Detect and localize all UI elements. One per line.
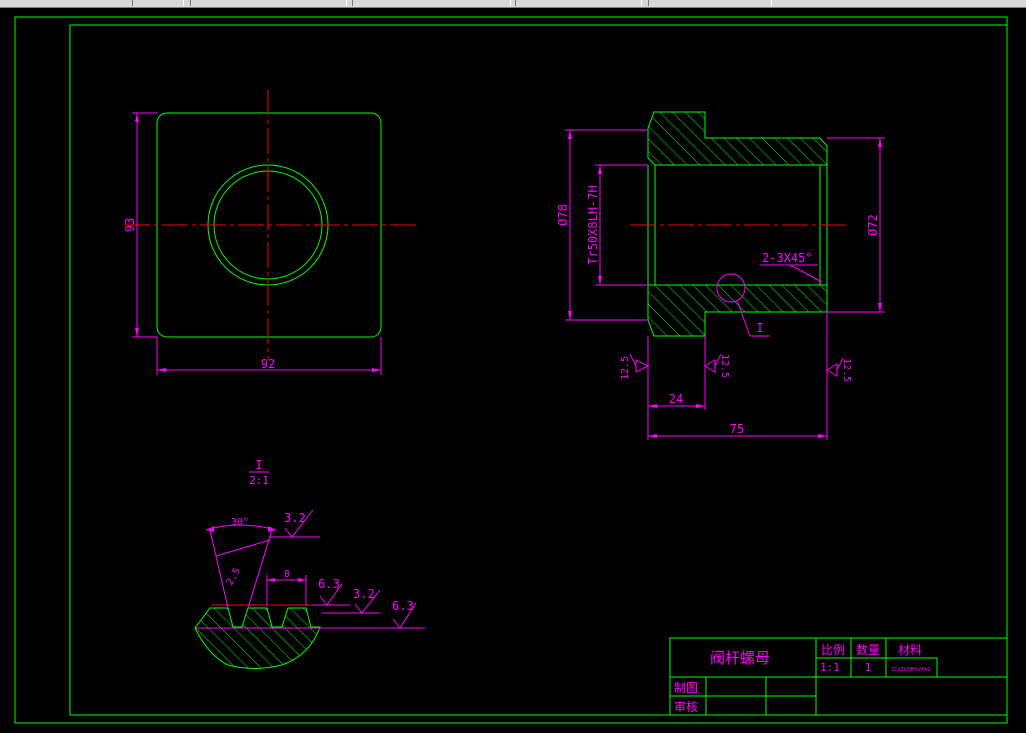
dim-length-total-label: 75 — [730, 422, 744, 436]
material-label: 材料 — [898, 643, 922, 657]
svg-text:12.5: 12.5 — [620, 356, 631, 380]
detail-view: I 2:1 30° 2.5 8 3.2 6.3 3.2 6.3 — [194, 458, 425, 669]
svg-text:12.5: 12.5 — [719, 354, 730, 378]
dim-width-label: 92 — [261, 357, 275, 371]
front-view: 93 92 — [123, 90, 420, 375]
dim-length-small-label: 24 — [669, 392, 683, 406]
detail-rough-a: 3.2 — [284, 511, 306, 525]
qty-label: 数量 — [856, 642, 880, 657]
part-name: 阀杆螺母 — [710, 649, 770, 667]
detail-rough-c: 3.2 — [353, 587, 375, 601]
detail-title-scale: 2:1 — [249, 474, 269, 487]
toolbar-segment[interactable] — [190, 0, 347, 6]
detail-width-label: 8 — [284, 569, 290, 580]
detail-ref-label: I — [756, 321, 763, 335]
toolbar-segment[interactable] — [352, 0, 511, 6]
detail-angle-label: 30° — [231, 517, 249, 528]
checked-label: 审核 — [674, 699, 698, 714]
svg-text:12.5: 12.5 — [841, 358, 852, 382]
toolbar-strip — [0, 0, 1026, 8]
title-block: 阀杆螺母 比例 数量 材料 1:1 1 ZCuZn38Mn2Pb2 制图 审核 — [669, 637, 1008, 716]
qty-value: 1 — [865, 661, 872, 674]
chamfer-label: 2-3X45° — [762, 251, 813, 265]
detail-pitch-label: 2.5 — [225, 566, 244, 587]
dim-thread-label: Tr50X8LH-7H — [586, 185, 600, 264]
scale-label: 比例 — [821, 643, 845, 657]
toolbar-segment[interactable] — [515, 0, 642, 6]
dim-height-label: 93 — [123, 218, 137, 232]
material-value: ZCuZn38Mn2Pb2 — [891, 667, 930, 673]
drawing-canvas[interactable]: 93 92 I 2-3X45° Ø78 Tr50X8LH-7H Ø72 12.5… — [0, 8, 1026, 733]
drawn-label: 制图 — [674, 681, 698, 695]
dim-outer-dia-label: Ø78 — [556, 204, 570, 226]
cad-drawing: 93 92 I 2-3X45° Ø78 Tr50X8LH-7H Ø72 12.5… — [14, 16, 1008, 724]
section-view: I 2-3X45° Ø78 Tr50X8LH-7H Ø72 12.5 12.5 … — [556, 111, 885, 440]
toolbar-segment[interactable] — [648, 0, 772, 6]
detail-body — [194, 607, 321, 669]
roughness-mid: 12.5 — [704, 353, 730, 378]
roughness-right: 12.5 — [826, 357, 852, 382]
dim-flange-dia-label: Ø72 — [866, 214, 880, 236]
detail-rough-d: 6.3 — [392, 599, 414, 613]
scale-value: 1:1 — [820, 661, 840, 674]
toolbar-segment[interactable] — [132, 0, 184, 6]
detail-rough-b: 6.3 — [318, 577, 340, 591]
detail-title-ref: I — [255, 458, 262, 472]
section-top-wall — [647, 111, 828, 166]
roughness-left: 12.5 — [620, 353, 649, 380]
section-bottom-wall — [647, 284, 828, 337]
